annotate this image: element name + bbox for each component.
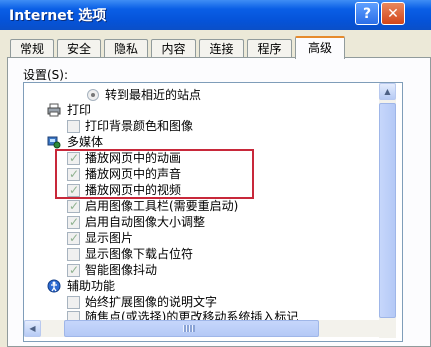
tab-content[interactable]: 内容 [151,39,196,58]
horizontal-scrollbar[interactable]: ◀ [24,320,379,337]
scroll-up-button[interactable]: ▲ [379,83,396,100]
category-label: 多媒体 [67,135,104,149]
list-item-label: 显示图片 [85,231,134,245]
list-item-label: 启用图像工具栏(需要重启动) [85,199,239,213]
tab-security[interactable]: 安全 [57,39,101,58]
tab-privacy[interactable]: 隐私 [104,39,148,58]
list-item-label: 播放网页中的动画 [85,151,182,165]
list-item-label: 播放网页中的声音 [85,167,182,181]
help-button[interactable]: ? [355,2,379,25]
checkbox-checked[interactable]: ✓ [67,231,80,245]
category-label: 打印 [67,103,92,117]
title-bar: Internet 选项 ? ✕ [0,0,431,30]
checkbox-checked[interactable]: ✓ [67,183,80,197]
list-item-label: 启用自动图像大小调整 [85,215,206,229]
printer-icon [47,103,61,117]
window-title: Internet 选项 [9,8,107,24]
accessibility-icon [47,279,61,293]
grip-icon [183,325,195,332]
checkbox-checked[interactable]: ✓ [67,263,80,277]
category-label: 辅助功能 [67,279,116,293]
list-item-label: 智能图像抖动 [85,263,158,277]
multimedia-icon [47,136,61,149]
radio-button[interactable] [87,89,99,101]
checkbox-checked[interactable]: ✓ [67,199,80,213]
scroll-thumb-vertical[interactable] [379,103,396,318]
checkbox-checked[interactable]: ✓ [67,167,80,181]
scroll-thumb-horizontal[interactable] [64,320,319,337]
tab-connections[interactable]: 连接 [199,39,244,58]
list-item-label: 转到最相近的站点 [105,88,202,102]
close-button[interactable]: ✕ [381,2,405,25]
checkbox-checked[interactable]: ✓ [67,151,80,165]
settings-label: 设置(S): [23,68,69,82]
vertical-scrollbar[interactable]: ▲ [379,83,396,338]
checkbox[interactable] [67,248,80,261]
tab-general[interactable]: 常规 [10,39,54,58]
checkbox[interactable] [67,296,80,309]
tab-strip: 常规 安全 隐私 内容 连接 程序 高级 [7,36,427,59]
list-item-label: 打印背景颜色和图像 [85,119,194,133]
list-item-label: 播放网页中的视频 [85,183,182,197]
checkbox[interactable] [67,120,80,133]
list-item-label: 显示图像下载占位符 [85,247,194,261]
tab-programs[interactable]: 程序 [247,39,292,58]
scroll-left-button[interactable]: ◀ [24,320,41,337]
checkbox-checked[interactable]: ✓ [67,215,80,229]
tab-advanced[interactable]: 高级 [295,36,345,59]
